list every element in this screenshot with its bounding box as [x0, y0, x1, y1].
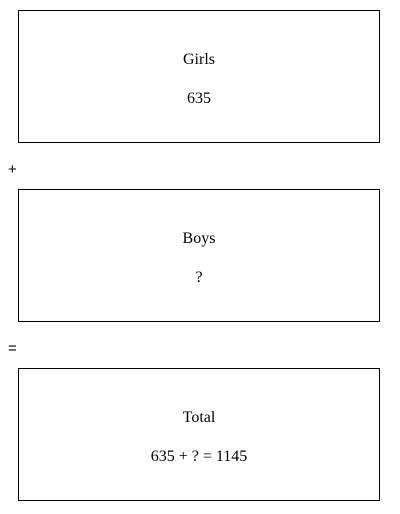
- girls-box: Girls 635: [18, 10, 380, 143]
- boys-label: Boys: [182, 230, 216, 247]
- girls-value: 635: [187, 90, 211, 107]
- equals-operator: =: [8, 340, 17, 357]
- total-label: Total: [182, 409, 216, 426]
- girls-label: Girls: [183, 51, 215, 68]
- boys-box: Boys ?: [18, 189, 380, 322]
- total-equation: 635 + ? = 1145: [150, 448, 248, 465]
- total-box: Total 635 + ? = 1145: [18, 368, 380, 501]
- plus-operator: +: [8, 161, 17, 178]
- boys-value: ?: [195, 269, 203, 286]
